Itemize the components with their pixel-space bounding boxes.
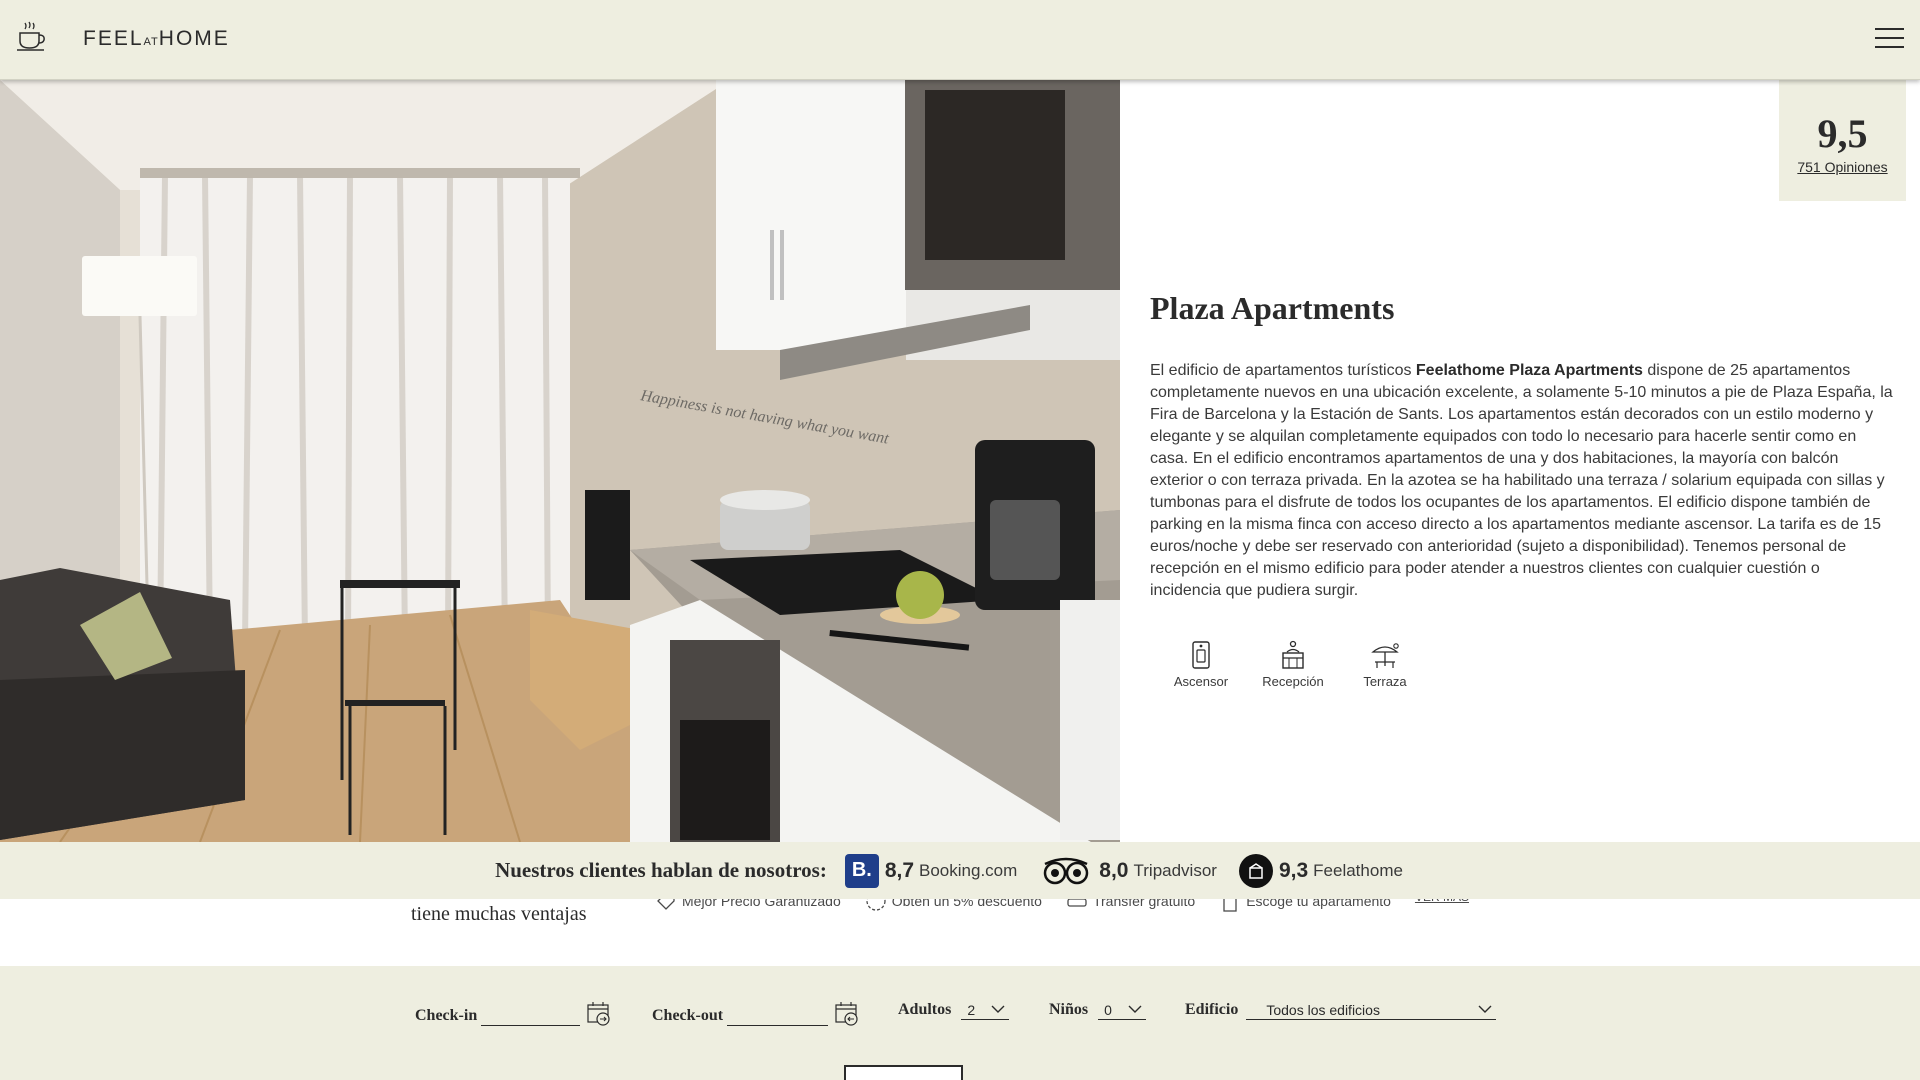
calendar-checkout-icon[interactable] [834,1000,860,1026]
checkin-field: Check-in [415,1000,612,1026]
chevron-down-icon [1478,1005,1492,1013]
checkin-label: Check-in [415,1007,478,1024]
building-value: Todos los edificios [1266,1001,1380,1018]
reviews-band: Nuestros clientes hablan de nosotros: B.… [0,842,1920,899]
advantage-label: Escoge tu apartamento [1246,899,1391,909]
door-icon [1223,899,1237,912]
tripadvisor-score: 8,0 [1099,858,1129,882]
site-header: FEELATHOME [0,0,1920,80]
property-title: Plaza Apartments [1150,290,1395,326]
feelathome-name: Feelathome [1313,860,1403,880]
advantage-best-price: Mejor Precio Garantizado [655,899,841,912]
adults-field: Adultos 2 [898,1000,1010,1020]
coffee-cup-icon[interactable] [16,20,46,52]
checkout-input[interactable] [727,1006,829,1026]
review-tripadvisor[interactable]: 8,0 Tripadvisor [1039,856,1217,886]
logo-text-feel: FEEL [83,27,144,50]
booking-logo-icon: B. [844,853,879,888]
elevator-icon [1192,641,1210,669]
reviews-title: Nuestros clientes hablan de nosotros: [495,858,827,882]
description-body: dispone de 25 apartamentos completamente… [1150,362,1893,599]
apartment-photo: Happiness is not having what you want [0,80,1120,842]
advantages-title: tiene muchas ventajas [411,903,587,925]
advantages-strip: tiene muchas ventajas Mejor Precio Garan… [0,899,1920,966]
building-select[interactable]: Todos los edificios [1246,1000,1497,1020]
description-brand: Feelathome Plaza Apartments [1415,362,1643,379]
advantage-label: Mejor Precio Garantizado [682,899,841,909]
booking-form: Check-in Check-out Adultos 2 Niños 0 Edi… [0,966,1920,1080]
reviews-count-link[interactable]: 751 Opiniones [1779,159,1906,175]
logo-text-home: HOME [158,27,230,50]
feelathome-score: 9,3 [1278,858,1309,882]
logo-text-at: AT [143,36,159,48]
chevron-down-icon [1128,1005,1142,1013]
children-value: 0 [1104,1001,1112,1018]
amenity-label: Recepción [1262,674,1324,689]
feelathome-logo-icon [1238,853,1273,888]
building-field: Edificio Todos los edificios [1185,1000,1497,1020]
description-intro: El edificio de apartamentos turísticos [1150,362,1416,379]
booking-score: 8,7 [884,858,915,882]
checkout-label: Check-out [652,1007,724,1024]
building-label: Edificio [1185,1001,1239,1018]
adults-value: 2 [967,1001,976,1018]
tripadvisor-name: Tripadvisor [1133,860,1217,880]
advantage-discount: Obtén un 5% descuento [865,899,1042,912]
booking-name: Booking.com [919,860,1018,880]
adults-label: Adultos [898,1001,952,1018]
calendar-checkin-icon[interactable] [586,1000,612,1026]
discount-icon [866,899,886,911]
see-more-link[interactable]: VER MÁS [1415,899,1469,912]
amenity-reception: Recepción [1247,640,1339,689]
advantages-list: Mejor Precio Garantizado Obtén un 5% des… [655,899,1469,912]
review-feelathome[interactable]: 9,3 Feelathome [1238,853,1403,888]
price-tag-icon [657,899,675,910]
amenity-label: Terraza [1363,674,1407,689]
amenity-label: Ascensor [1173,674,1229,689]
children-field: Niños 0 [1049,1000,1147,1020]
property-description: El edificio de apartamentos turísticos F… [1150,360,1895,602]
tripadvisor-logo-icon [1044,857,1089,884]
advantage-label: Transfer gratuito [1092,899,1196,909]
terrace-icon [1371,643,1399,668]
checkin-input[interactable] [481,1006,581,1026]
hamburger-menu-icon[interactable] [1875,28,1904,50]
chevron-down-icon [991,1005,1005,1013]
amenity-terrace: Terraza [1339,640,1431,689]
amenities-list: Ascensor Recepción Terraza [1155,640,1431,689]
advantage-label: Obtén un 5% descuento [891,899,1042,909]
rating-box: 9,5 751 Opiniones [1779,80,1906,201]
reception-icon [1282,640,1304,669]
checkout-field: Check-out [652,1000,860,1026]
adults-select[interactable]: 2 [961,1000,1010,1020]
review-booking[interactable]: B. 8,7 Booking.com [844,853,1018,888]
search-button[interactable] [844,1065,963,1080]
car-icon [1067,899,1087,907]
advantage-transfer: Transfer gratuito [1066,899,1195,912]
rating-score: 9,5 [1817,111,1868,156]
advantage-choose-apartment: Escoge tu apartamento [1219,899,1391,912]
amenity-elevator: Ascensor [1155,640,1247,689]
site-logo[interactable]: FEELATHOME [83,27,230,51]
children-label: Niños [1049,1001,1089,1018]
children-select[interactable]: 0 [1098,1000,1147,1020]
